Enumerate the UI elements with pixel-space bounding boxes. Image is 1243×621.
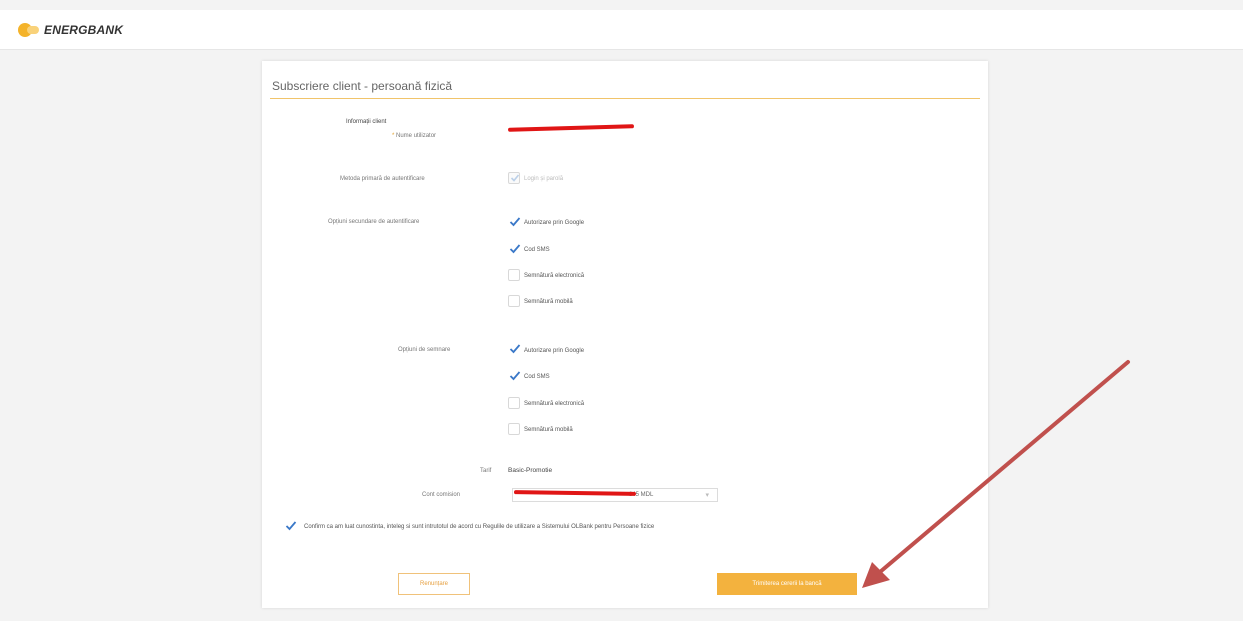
required-mark: *	[392, 133, 395, 139]
signing-sms-label: Cod SMS	[524, 374, 550, 380]
chevron-down-icon: ▾	[705, 492, 709, 499]
signing-esign-label: Semnătură electronică	[524, 401, 585, 407]
section-heading: Informații client	[346, 119, 387, 125]
signing-mobile-checkbox[interactable]	[508, 423, 520, 435]
submit-request-button[interactable]: Trimiterea cererii la bancă	[717, 573, 857, 595]
signing-sms-checkbox[interactable]	[508, 370, 521, 382]
check-icon	[285, 521, 297, 531]
check-icon	[509, 344, 521, 354]
secondary-auth-esign-checkbox[interactable]	[508, 269, 520, 281]
secondary-auth-sms-checkbox[interactable]	[508, 243, 521, 255]
secondary-auth-google-label: Autorizare prin Google	[524, 220, 585, 226]
signing-options-label: Opțiuni de semnare	[398, 347, 451, 353]
check-icon	[509, 371, 521, 381]
secondary-auth-label: Opțiuni secundare de autentificare	[328, 219, 420, 225]
energbank-logo-icon	[18, 23, 40, 37]
confirm-terms-text[interactable]: Confirm ca am luat cunostinta, inteleg s…	[304, 524, 654, 530]
secondary-auth-sms-label: Cod SMS	[524, 247, 550, 253]
signing-mobile-label: Semnătură mobilă	[524, 427, 573, 433]
username-label: * Nume utilizator	[392, 133, 436, 139]
energbank-logo[interactable]: ENERGBANK	[18, 23, 123, 37]
tariff-value: Basic-Promotie	[508, 467, 553, 474]
brand-name: ENERGBANK	[44, 23, 124, 37]
check-icon	[509, 244, 521, 254]
signing-esign-checkbox[interactable]	[508, 397, 520, 409]
secondary-auth-google-checkbox[interactable]	[508, 216, 521, 228]
check-icon	[510, 174, 520, 182]
tariff-label: Tarif	[480, 468, 492, 474]
page-title: Subscriere client - persoană fizică	[272, 79, 453, 93]
top-bar: ENERGBANK	[0, 10, 1243, 50]
confirm-terms-checkbox[interactable]	[284, 520, 297, 532]
signing-google-checkbox[interactable]	[508, 343, 521, 355]
commission-account-label: Cont comision	[422, 492, 461, 498]
primary-auth-option-label: Login și parolă	[524, 176, 564, 182]
redacted-username-field[interactable]	[507, 124, 635, 132]
subscription-form-card: Subscriere client - persoană fizică Info…	[262, 61, 988, 608]
secondary-auth-esign-label: Semnătură electronică	[524, 273, 585, 279]
check-icon	[509, 217, 521, 227]
secondary-auth-mobile-label: Semnătură mobilă	[524, 299, 573, 305]
secondary-auth-mobile-checkbox[interactable]	[508, 295, 520, 307]
username-label-text: Nume utilizator	[396, 133, 437, 139]
primary-auth-checkbox	[508, 172, 520, 184]
cancel-button[interactable]: Renunțare	[398, 573, 470, 595]
primary-auth-label: Metoda primară de autentificare	[340, 176, 425, 182]
title-divider	[270, 98, 980, 99]
signing-google-label: Autorizare prin Google	[524, 348, 585, 354]
